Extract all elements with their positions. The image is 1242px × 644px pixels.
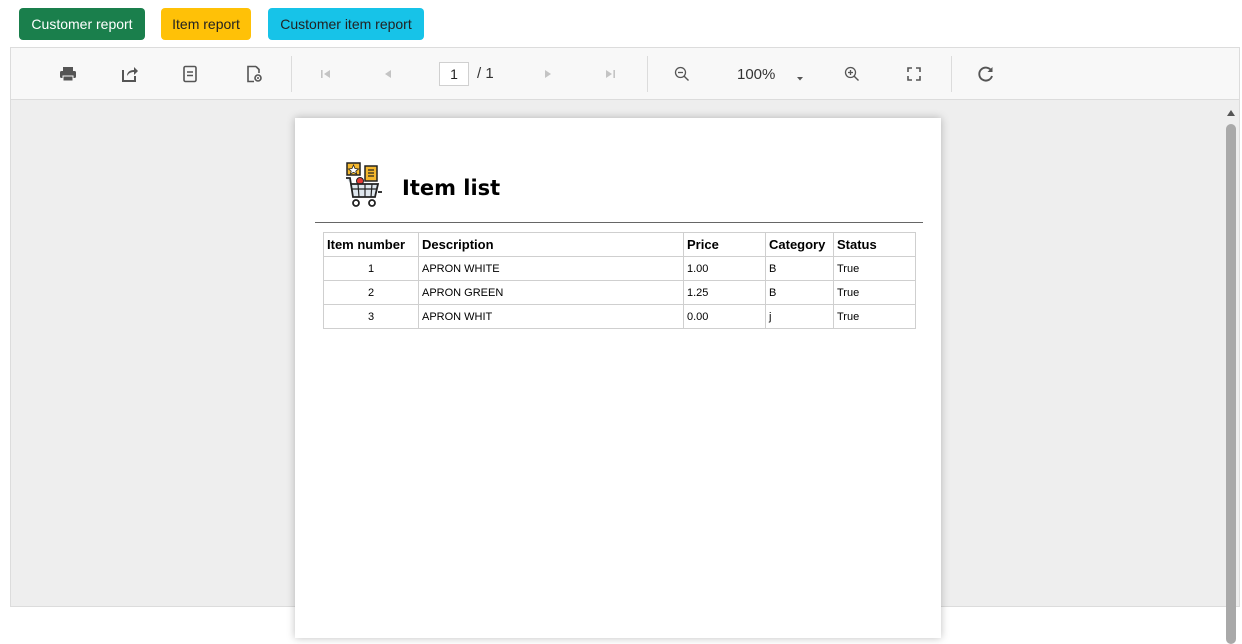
- price-cell: 0.00: [683, 304, 766, 329]
- page-total: / 1: [477, 65, 494, 82]
- description-cell: APRON WHIT: [418, 304, 684, 329]
- item-report-button[interactable]: Item report: [161, 8, 251, 40]
- table-row: 3 APRON WHIT 0.00 j True: [323, 304, 916, 329]
- zoom-in-icon[interactable]: [839, 61, 865, 87]
- price-cell: 1.00: [683, 256, 766, 281]
- fit-page-icon[interactable]: [901, 61, 927, 87]
- table-row: 2 APRON GREEN 1.25 B True: [323, 280, 916, 305]
- category-cell: B: [765, 280, 834, 305]
- first-page-icon[interactable]: [313, 61, 339, 87]
- export-icon[interactable]: [117, 61, 143, 87]
- shopping-cart-icon: [345, 162, 383, 210]
- chevron-down-icon[interactable]: [795, 70, 805, 88]
- table-row: 1 APRON WHITE 1.00 B True: [323, 256, 916, 281]
- scrollbar-thumb[interactable]: [1226, 124, 1236, 644]
- customer-report-button[interactable]: Customer report: [19, 8, 145, 40]
- item-number-cell: 1: [323, 256, 419, 281]
- zoom-out-icon[interactable]: [669, 61, 695, 87]
- status-cell: True: [833, 280, 916, 305]
- item-number-cell: 2: [323, 280, 419, 305]
- report-title: Item list: [402, 176, 501, 200]
- print-icon[interactable]: [55, 61, 81, 87]
- toolbar-separator: [951, 56, 952, 92]
- report-viewer: 1 / 1 100% Item list Item number Descrip…: [10, 47, 1240, 644]
- category-cell: B: [765, 256, 834, 281]
- column-header: Price: [683, 232, 766, 257]
- toolbar-separator: [647, 56, 648, 92]
- page-setup-icon[interactable]: [177, 61, 203, 87]
- status-cell: True: [833, 304, 916, 329]
- refresh-icon[interactable]: [973, 61, 999, 87]
- current-page-input[interactable]: 1: [439, 62, 469, 86]
- toolbar-separator: [291, 56, 292, 92]
- previous-page-icon[interactable]: [375, 61, 401, 87]
- description-cell: APRON WHITE: [418, 256, 684, 281]
- column-header: Item number: [323, 232, 419, 257]
- last-page-icon[interactable]: [597, 61, 623, 87]
- table-header-row: Item number Description Price Category S…: [323, 232, 916, 257]
- status-cell: True: [833, 256, 916, 281]
- parameters-icon[interactable]: [241, 61, 267, 87]
- scroll-up-arrow[interactable]: [1225, 106, 1237, 118]
- column-header: Category: [765, 232, 834, 257]
- title-divider: [315, 222, 923, 223]
- item-number-cell: 3: [323, 304, 419, 329]
- column-header: Description: [418, 232, 684, 257]
- column-header: Status: [833, 232, 916, 257]
- customer-item-report-button[interactable]: Customer item report: [268, 8, 424, 40]
- report-page: Item list Item number Description Price …: [295, 118, 941, 638]
- items-table: Item number Description Price Category S…: [323, 232, 916, 329]
- category-cell: j: [765, 304, 834, 329]
- price-cell: 1.25: [683, 280, 766, 305]
- description-cell: APRON GREEN: [418, 280, 684, 305]
- zoom-level[interactable]: 100%: [737, 66, 775, 83]
- next-page-icon[interactable]: [535, 61, 561, 87]
- viewer-toolbar: 1 / 1 100%: [11, 48, 1239, 100]
